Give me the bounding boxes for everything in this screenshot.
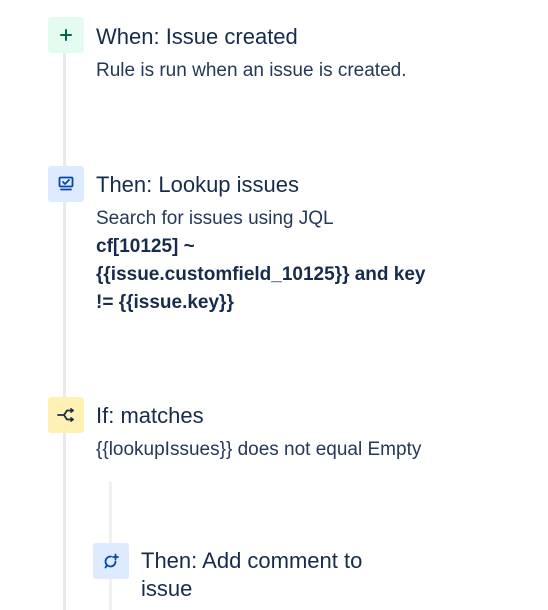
comment-title[interactable]: Then: Add comment to issue	[141, 547, 362, 603]
comment-add-icon[interactable]	[93, 543, 129, 579]
branch-icon[interactable]	[48, 397, 84, 433]
jql-query: cf[10125] ~ {{issue.customfield_10125}} …	[96, 233, 476, 317]
condition-title[interactable]: If: matches	[96, 402, 204, 430]
condition-description: {{lookupIssues}} does not equal Empty	[96, 439, 422, 460]
trigger-description: Rule is run when an issue is created.	[96, 60, 407, 81]
jql-line: {{issue.customfield_10125}} and key	[96, 264, 426, 285]
plus-icon[interactable]	[48, 17, 84, 53]
comment-title-line: issue	[141, 576, 193, 601]
comment-title-line: Then: Add comment to	[141, 548, 363, 573]
jql-line: != {{issue.key}}	[96, 292, 234, 313]
trigger-title[interactable]: When: Issue created	[96, 23, 298, 51]
lookup-title[interactable]: Then: Lookup issues	[96, 171, 299, 199]
lookup-description: Search for issues using JQL	[96, 208, 334, 229]
monitor-check-icon[interactable]	[48, 166, 84, 202]
rule-flow-line	[63, 50, 66, 610]
jql-line: cf[10125] ~	[96, 236, 195, 257]
